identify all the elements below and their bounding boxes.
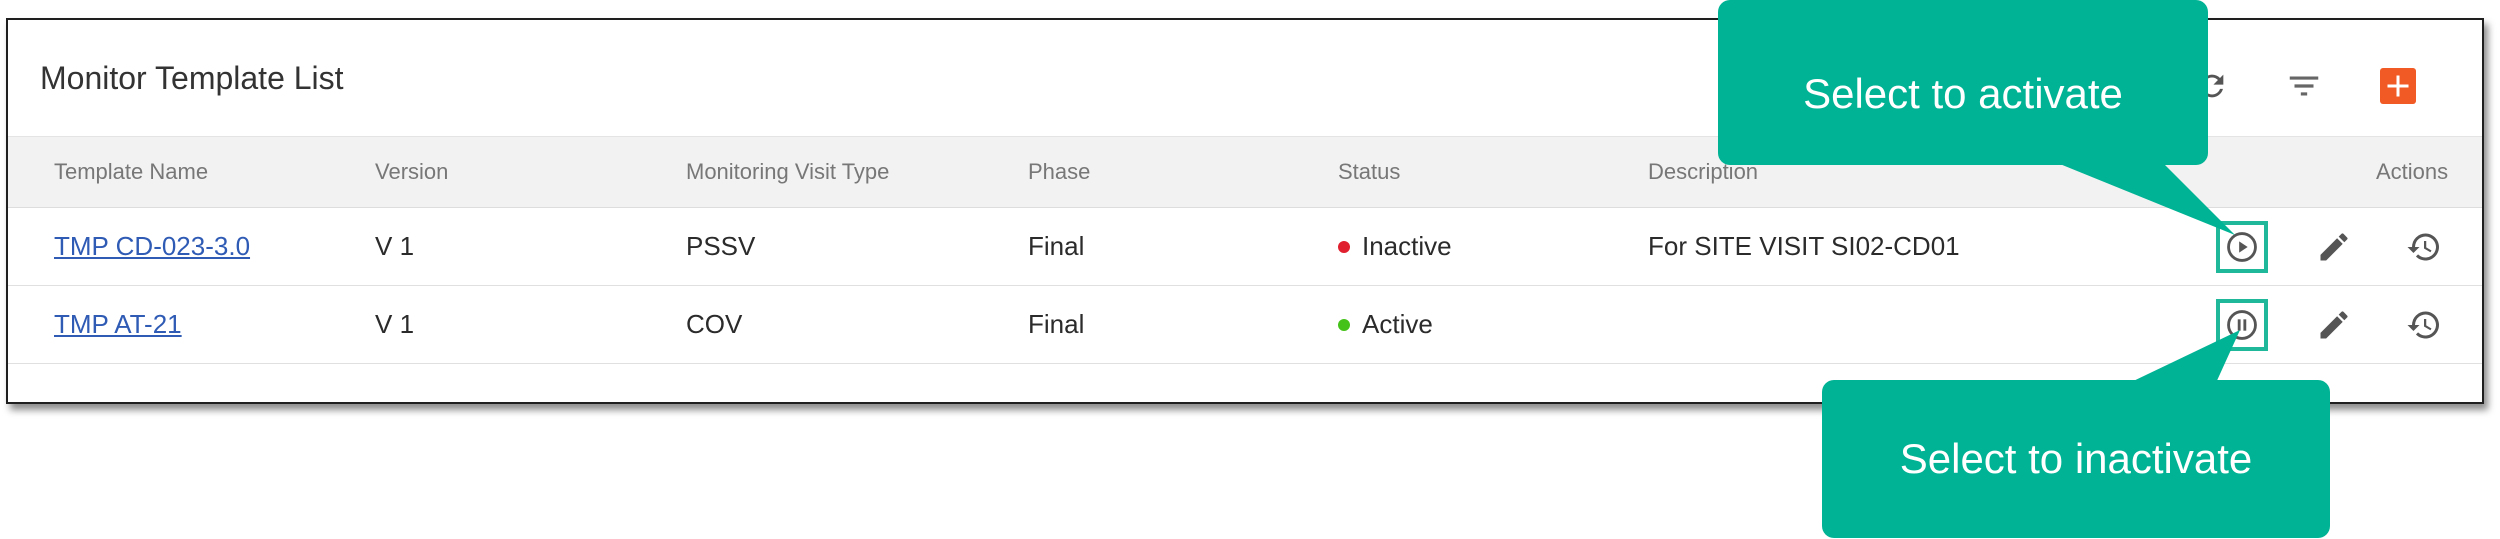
column-header-actions: Actions (2376, 159, 2449, 184)
screenshot-stage: Monitor Template List Template Name Vers… (0, 0, 2500, 539)
visit-type-cell: PSSV (686, 231, 756, 261)
pencil-icon (2316, 307, 2352, 343)
filter-icon (2285, 67, 2323, 105)
template-name-link[interactable]: TMP CD-023-3.0 (54, 231, 250, 262)
history-button[interactable] (2398, 221, 2450, 273)
status-cell: Active (1338, 286, 1433, 363)
description-cell: For SITE VISIT SI02-CD01 (1648, 231, 1960, 261)
table-row: TMP AT-21 V 1 COV Final Active (8, 286, 2482, 364)
activate-callout: Select to activate (1718, 0, 2208, 165)
filter-button[interactable] (2280, 62, 2328, 110)
add-template-button[interactable] (2374, 62, 2422, 110)
status-cell: Inactive (1338, 208, 1452, 285)
phase-cell: Final (1028, 231, 1085, 261)
pause-circle-icon (2225, 308, 2259, 342)
history-icon (2406, 307, 2442, 343)
toolbar (2188, 62, 2448, 110)
edit-button[interactable] (2308, 221, 2360, 273)
version-cell: V 1 (375, 231, 415, 261)
phase-cell: Final (1028, 309, 1085, 339)
page-title: Monitor Template List (40, 60, 344, 96)
add-icon (2380, 68, 2416, 104)
status-badge: Inactive (1362, 231, 1452, 261)
version-cell: V 1 (375, 309, 415, 339)
template-name-link[interactable]: TMP AT-21 (54, 309, 182, 340)
column-header-visit-type[interactable]: Monitoring Visit Type (686, 137, 889, 207)
column-header-status[interactable]: Status (1338, 137, 1400, 207)
column-header-phase[interactable]: Phase (1028, 137, 1090, 207)
status-dot (1338, 240, 1350, 253)
history-button[interactable] (2398, 299, 2450, 351)
visit-type-cell: COV (686, 309, 743, 339)
history-icon (2406, 229, 2442, 265)
table-row: TMP CD-023-3.0 V 1 PSSV Final Inactive F… (8, 208, 2482, 286)
inactivate-button[interactable] (2216, 299, 2268, 351)
inactivate-callout: Select to inactivate (1822, 380, 2330, 538)
column-header-template-name[interactable]: Template Name (54, 137, 208, 207)
status-badge: Active (1362, 309, 1433, 339)
play-circle-icon (2225, 230, 2259, 264)
pencil-icon (2316, 229, 2352, 265)
edit-button[interactable] (2308, 299, 2360, 351)
column-header-version[interactable]: Version (375, 137, 448, 207)
status-dot (1338, 318, 1350, 331)
activate-button[interactable] (2216, 221, 2268, 273)
